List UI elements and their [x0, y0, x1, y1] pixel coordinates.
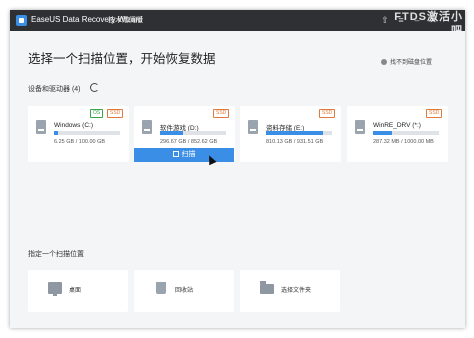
- recycle-bin-icon: [156, 282, 166, 294]
- usage-bar-fill: [266, 131, 324, 135]
- main-content: 选择一个扫描位置，开始恢复数据 找不到磁盘位置 设备和驱动器 (4) OS SS…: [10, 31, 465, 328]
- scan-button[interactable]: 扫描: [134, 148, 234, 162]
- refresh-icon[interactable]: [90, 83, 99, 92]
- os-badge: OS: [90, 109, 104, 118]
- page-title: 选择一个扫描位置，开始恢复数据: [28, 52, 216, 66]
- locations-section-label: 指定一个扫描位置: [28, 251, 84, 258]
- drive-icon: [355, 120, 365, 134]
- drive-card-winre[interactable]: SSD WinRE_DRV (*:) 287.32 MB / 1000.00 M…: [347, 106, 448, 162]
- scan-button-label: 扫描: [181, 151, 196, 158]
- app-logo-icon: [16, 15, 27, 26]
- drives-section-label: 设备和驱动器 (4): [28, 86, 81, 93]
- location-label: 桌面: [69, 288, 82, 294]
- help-link-label: 找不到磁盘位置: [390, 60, 433, 66]
- location-recycle-bin[interactable]: 回收站: [134, 270, 234, 312]
- drive-size: 810.13 GB / 931.51 GB: [266, 139, 324, 145]
- edition-label: 技术赠阅版: [108, 17, 143, 24]
- drive-icon: [248, 120, 258, 134]
- upload-icon[interactable]: ⇧: [378, 12, 392, 28]
- location-label: 选择文件夹: [281, 288, 312, 294]
- drive-name: Windows (C:): [54, 122, 94, 129]
- usage-bar: [54, 131, 120, 135]
- drive-size: 287.32 MB / 1000.00 MB: [373, 139, 434, 145]
- ssd-badge: SSD: [319, 109, 336, 118]
- drive-icon: [142, 120, 152, 134]
- usage-bar-fill: [54, 131, 59, 135]
- location-label: 回收站: [175, 288, 194, 294]
- scan-icon: [172, 151, 179, 158]
- desktop-icon: [48, 282, 62, 296]
- drive-card-e[interactable]: SSD 资料存储 (E:) 810.13 GB / 931.51 GB: [240, 106, 341, 162]
- ssd-badge: SSD: [107, 109, 124, 118]
- drive-icon: [36, 120, 46, 134]
- usage-bar-fill: [373, 131, 392, 135]
- usage-bar: [373, 131, 439, 135]
- app-window: EaseUS Data Recovery Wizard 技术赠阅版 ⇧ ≡ – …: [10, 10, 465, 328]
- help-icon: [381, 59, 387, 66]
- drive-size: 296.67 GB / 852.62 GB: [160, 139, 218, 145]
- usage-bar-fill: [160, 131, 183, 135]
- location-select-folder[interactable]: 选择文件夹: [240, 270, 340, 312]
- ssd-badge: SSD: [426, 109, 443, 118]
- usage-bar: [160, 131, 226, 135]
- drive-card-c[interactable]: OS SSD Windows (C:) 6.25 GB / 100.00 GB: [28, 106, 129, 162]
- drive-size: 6.25 GB / 100.00 GB: [54, 139, 106, 145]
- title-bar: EaseUS Data Recovery Wizard 技术赠阅版 ⇧ ≡ – …: [10, 10, 465, 37]
- cannot-find-disk-link[interactable]: 找不到磁盘位置: [381, 57, 432, 66]
- watermark: FTDS激活小吧: [394, 11, 463, 37]
- folder-icon: [260, 281, 274, 294]
- location-desktop[interactable]: 桌面: [28, 270, 128, 312]
- usage-bar: [266, 131, 332, 135]
- ssd-badge: SSD: [213, 109, 230, 118]
- drive-name: WinRE_DRV (*:): [373, 122, 421, 129]
